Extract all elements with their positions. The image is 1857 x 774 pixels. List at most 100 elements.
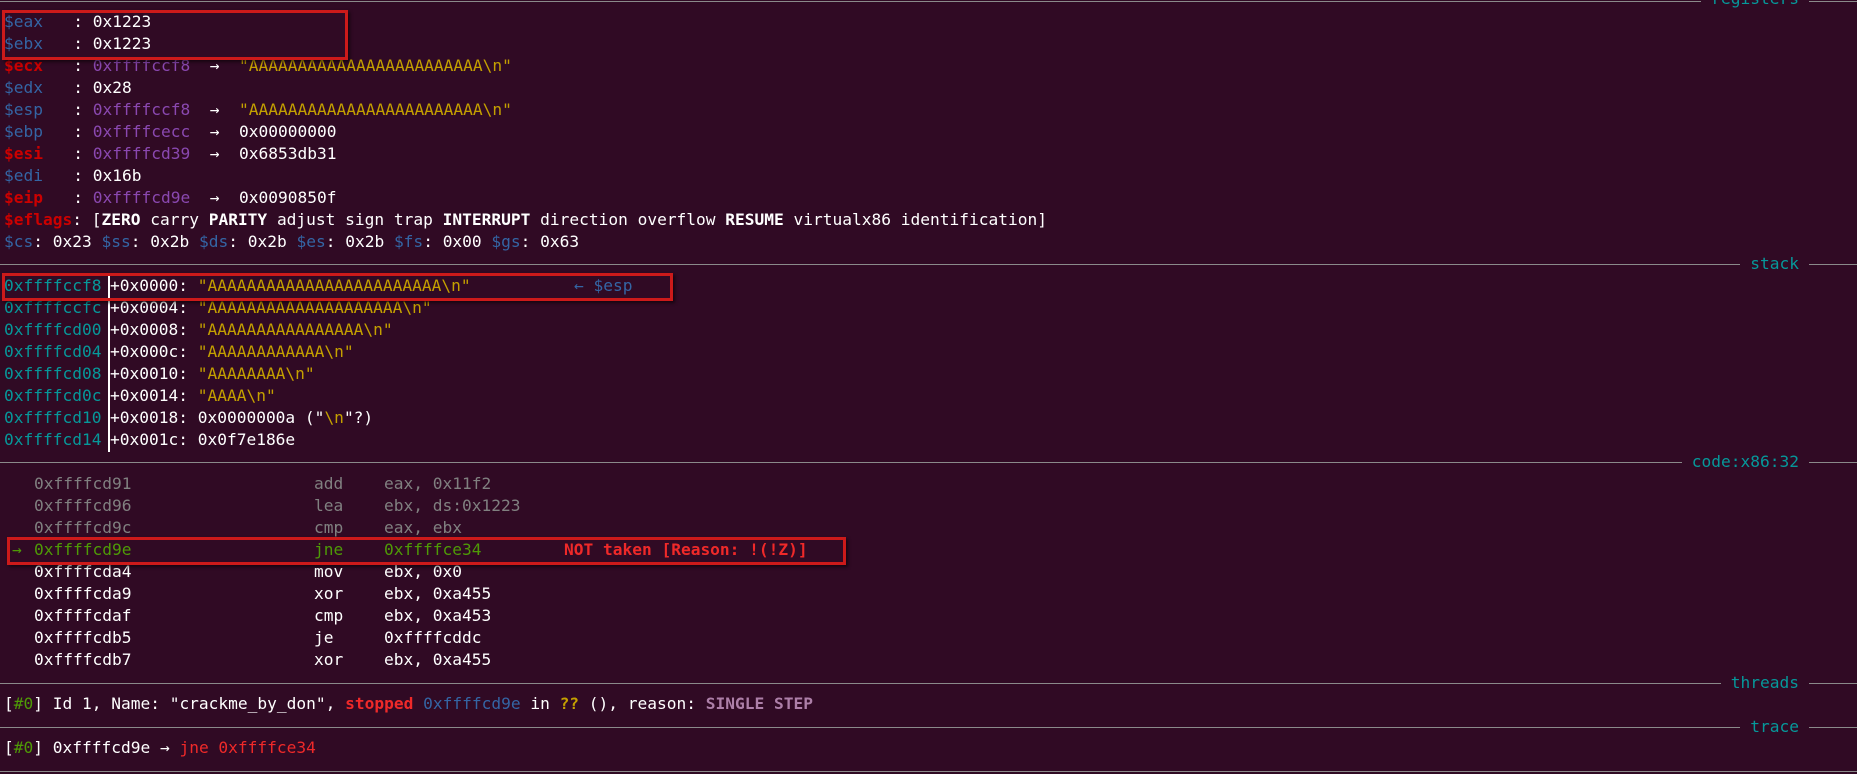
registers-section-label: registers <box>1701 0 1809 9</box>
thread-reason: SINGLE STEP <box>705 694 813 713</box>
highlight-stack-top <box>2 273 673 301</box>
code-row[interactable]: 0xffffcd96 lea ebx, ds:0x1223 <box>12 496 564 516</box>
eflags-close: ] <box>1037 210 1047 229</box>
arrow-icon: → <box>209 100 220 119</box>
stack-address: 0xffffcd00 <box>4 320 102 339</box>
code-operands: ebx, 0x0 <box>384 562 462 581</box>
code-mnemonic: je <box>314 628 334 647</box>
register-colon: : <box>73 188 93 207</box>
eflag: direction <box>540 210 628 229</box>
code-address: 0xffffcdaf <box>34 606 132 625</box>
register-colon: : <box>73 78 93 97</box>
stack-address: 0xffffcd08 <box>4 364 102 383</box>
highlight-current-instruction <box>7 537 846 565</box>
register-name: $ebp <box>4 122 43 141</box>
register-row[interactable]: $edi: 0x16b <box>4 166 142 186</box>
thread-close: ] <box>33 694 43 713</box>
code-separator <box>0 462 1857 463</box>
eflags-line: $eflags: [ZERO carry PARITY adjust sign … <box>4 210 1047 230</box>
trace-section-label: trace <box>1740 717 1809 737</box>
stack-value: "AAAAAAAA\n" <box>197 364 315 383</box>
segment-name: $cs <box>4 232 34 251</box>
code-row[interactable]: 0xffffcda9 xor ebx, 0xa455 <box>12 584 564 604</box>
code-operands: ebx, ds:0x1223 <box>384 496 521 515</box>
highlight-eax-ebx <box>2 10 348 60</box>
code-address: 0xffffcda9 <box>34 584 132 603</box>
segment-value: 0x2b <box>345 232 385 251</box>
thread-address: 0xffffcd9e <box>423 694 521 713</box>
stack-extra-post: "?) <box>343 408 374 427</box>
thread-status: stopped <box>345 694 414 713</box>
thread-line[interactable]: [#0] Id 1, Name: "crackme_by_don", stopp… <box>4 694 813 714</box>
register-target: 0x0090850f <box>239 188 337 207</box>
register-row[interactable]: $eip: 0xffffcd9e → 0x0090850f <box>4 188 336 208</box>
register-value: 0x28 <box>92 78 132 97</box>
stack-separator <box>0 264 1857 265</box>
trace-separator <box>0 727 1857 728</box>
segment-value: 0x2b <box>150 232 190 251</box>
stack-row[interactable]: 0xffffcd04 +0x000c: "AAAAAAAAAAAA\n" <box>4 342 354 362</box>
stack-row[interactable]: 0xffffcd0c +0x0014: "AAAA\n" <box>4 386 276 406</box>
bottom-separator <box>0 771 1857 772</box>
stack-offset: +0x000c: <box>110 342 188 361</box>
segment-value: 0x2b <box>247 232 287 251</box>
stack-row[interactable]: 0xffffcd00 +0x0008: "AAAAAAAAAAAAAAAA\n" <box>4 320 393 340</box>
code-mnemonic: add <box>314 474 344 493</box>
code-address: 0xffffcda4 <box>34 562 132 581</box>
code-address: 0xffffcd96 <box>34 496 132 515</box>
thread-in: in <box>520 694 560 713</box>
code-address: 0xffffcd91 <box>34 474 132 493</box>
thread-name: Id 1, Name: "crackme_by_don", <box>43 694 346 713</box>
code-row[interactable]: 0xffffcdb7 xor ebx, 0xa455 <box>12 650 564 670</box>
trace-line[interactable]: [#0] 0xffffcd9e → jne 0xffffce34 <box>4 738 316 758</box>
thread-open: [ <box>4 694 14 713</box>
eflag: carry <box>150 210 199 229</box>
segment-registers-line: $cs: 0x23 $ss: 0x2b $ds: 0x2b $es: 0x2b … <box>4 232 580 251</box>
code-mnemonic: xor <box>314 584 344 603</box>
segment-value: 0x23 <box>52 232 92 251</box>
threads-section-label: threads <box>1720 673 1809 693</box>
register-colon: : <box>73 122 93 141</box>
stack-address: 0xffffcd0c <box>4 386 102 405</box>
eflag: trap <box>393 210 433 229</box>
stack-offset: +0x0008: <box>110 320 188 339</box>
stack-offset: +0x0014: <box>110 386 188 405</box>
code-row[interactable]: 0xffffcd9c cmp eax, ebx <box>12 518 564 538</box>
threads-separator <box>0 683 1857 684</box>
stack-row[interactable]: 0xffffccfc +0x0004: "AAAAAAAAAAAAAAAAAAAA… <box>4 298 432 318</box>
register-name: $edi <box>4 166 43 185</box>
stack-extra-pre: (" <box>295 408 325 427</box>
code-address: 0xffffcd9c <box>34 518 132 537</box>
register-row[interactable]: $ebp: 0xffffcecc → 0x00000000 <box>4 122 336 142</box>
register-name: $eip <box>4 188 43 207</box>
code-row[interactable]: 0xffffcda4 mov ebx, 0x0 <box>12 562 564 582</box>
code-row[interactable]: 0xffffcdb5 je 0xffffcddc <box>12 628 564 648</box>
segment-name: $fs <box>393 232 424 251</box>
arrow-icon: → <box>209 144 220 163</box>
register-value: 0x16b <box>92 166 142 185</box>
eflag: INTERRUPT <box>442 210 531 229</box>
eflag: sign <box>345 210 385 229</box>
code-row[interactable]: 0xffffcd91 add eax, 0x11f2 <box>12 474 564 494</box>
stack-value: "AAAA\n" <box>197 386 276 405</box>
code-operands: ebx, 0xa455 <box>384 650 492 669</box>
register-value: 0xffffccf8 <box>92 100 191 119</box>
code-operands: ebx, 0xa453 <box>384 606 492 625</box>
eflag: adjust <box>276 210 336 229</box>
eflag: ZERO <box>101 210 141 229</box>
register-row[interactable]: $edx: 0x28 <box>4 78 132 98</box>
eflag: overflow <box>637 210 716 229</box>
stack-value: 0x0f7e186e <box>197 430 296 449</box>
stack-value: "AAAAAAAAAAAAAAAA\n" <box>197 320 393 339</box>
register-row[interactable]: $esp: 0xffffccf8 → "AAAAAAAAAAAAAAAAAAAA… <box>4 100 512 120</box>
register-row[interactable]: $esi: 0xffffcd39 → 0x6853db31 <box>4 144 336 164</box>
register-value: 0xffffcd9e <box>92 188 191 207</box>
stack-row[interactable]: 0xffffcd10 +0x0018: 0x0000000a ("\n"?) <box>4 408 373 428</box>
code-mnemonic: cmp <box>314 606 344 625</box>
stack-row[interactable]: 0xffffcd14 +0x001c: 0x0f7e186e <box>4 430 295 450</box>
code-row[interactable]: 0xffffcdaf cmp ebx, 0xa453 <box>12 606 564 626</box>
register-colon: : <box>73 144 93 163</box>
code-operands: ebx, 0xa455 <box>384 584 492 603</box>
stack-row[interactable]: 0xffffcd08 +0x0010: "AAAAAAAA\n" <box>4 364 315 384</box>
eflags-label: $eflags <box>4 210 73 229</box>
